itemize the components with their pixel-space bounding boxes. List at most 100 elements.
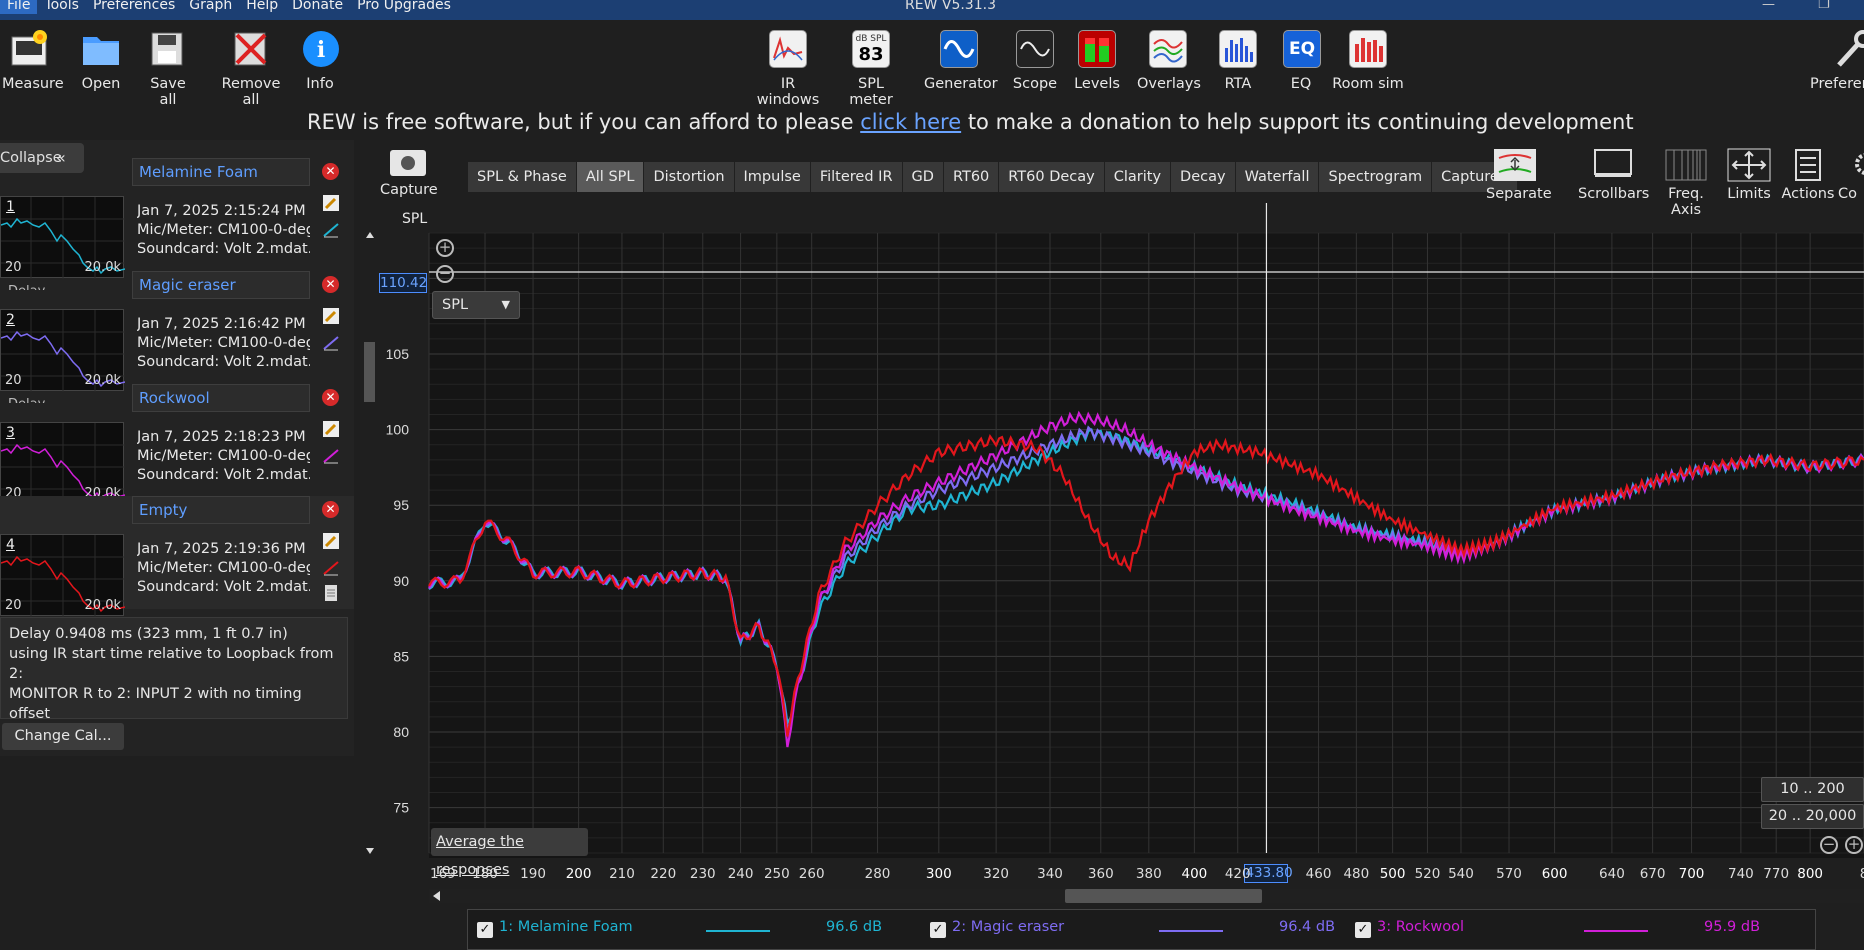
document-icon[interactable] [322,584,340,602]
info-button[interactable]: i Info [300,28,340,92]
remove-measurement-icon[interactable]: ✕ [322,276,339,293]
trace-color-icon[interactable] [322,558,340,576]
measurement-name-field[interactable]: Rockwool [132,384,310,412]
tab-decay[interactable]: Decay [1171,162,1236,192]
limits-button[interactable]: Limits [1725,148,1773,202]
list-scroll-thumb[interactable] [364,342,375,402]
measurement-thumbnail[interactable]: 1 20 20.0k [0,196,126,279]
generator-icon [938,28,980,70]
scroll-left-icon[interactable] [433,891,440,901]
menu-pro-upgrades[interactable]: Pro Upgrades [350,0,458,14]
zoom-preset-10-200[interactable]: 10 .. 200 [1761,777,1864,802]
average-responses-button[interactable]: Average the responses [431,828,588,878]
trace-color-icon[interactable] [322,446,340,464]
measurement-item[interactable]: 32020.0kDelay 0.9408RockwoolJan 7, 2025 … [0,384,354,516]
edit-notes-icon[interactable] [322,194,340,212]
minimize-icon[interactable]: — [1762,0,1775,11]
menu-help[interactable]: Help [239,0,285,14]
maximize-icon[interactable]: ❐ [1818,0,1830,11]
trace-color-icon[interactable] [322,333,340,351]
capture-button[interactable]: Capture [380,150,438,198]
tab-clarity[interactable]: Clarity [1104,162,1172,192]
measurement-name-field[interactable]: Melamine Foam [132,158,310,186]
tab-rt60[interactable]: RT60 [943,162,1000,192]
remove-all-button[interactable]: Remove all [212,28,290,108]
menu-tools[interactable]: Tools [37,0,86,14]
scrollbars-label: Scrollbars [1578,186,1650,202]
measurement-item[interactable]: 22020.0kDelay 0.9408Magic eraserJan 7, 2… [0,271,354,403]
tab-spectrogram[interactable]: Spectrogram [1319,162,1433,192]
scope-button[interactable]: Scope [1009,28,1061,92]
zoom-in-icon[interactable]: + [436,239,454,257]
remove-measurement-icon[interactable]: ✕ [322,163,339,180]
spl-graph[interactable]: 75 80 85 90 95 100 105 + − 110.42 SPL ▼ Averag… [379,203,1864,878]
measure-button[interactable]: Measure [2,28,64,92]
tab-distortion[interactable]: Distortion [644,162,735,192]
open-button[interactable]: Open [78,28,124,92]
x-tick-label: 340 [1037,866,1063,882]
preferences-button[interactable]: Preferen [1810,28,1864,92]
zoom-preset-20-20000[interactable]: 20 .. 20,000 [1761,804,1864,829]
overlays-button[interactable]: Overlays [1137,28,1201,92]
measurement-name-field[interactable]: Empty [132,496,310,524]
graph-quantity-select[interactable]: SPL ▼ [432,291,520,319]
legend-checkbox[interactable]: ✓ [1355,922,1371,938]
scroll-down-icon[interactable] [366,848,374,854]
x-tick-label: 740 [1727,866,1754,882]
actions-button[interactable]: Actions [1781,148,1835,202]
measurement-thumbnail[interactable]: 3 20 20.0k [0,422,126,505]
levels-button[interactable]: Levels [1074,28,1120,92]
zoom-in-x-icon[interactable]: + [1845,836,1863,854]
save-all-button[interactable]: Save all [140,28,196,108]
tab-filtered-ir[interactable]: Filtered IR [810,162,903,192]
edit-notes-icon[interactable] [322,532,340,550]
x-tick-label: 169 [430,866,456,882]
eq-button[interactable]: EQ EQ [1281,28,1321,92]
scroll-up-icon[interactable] [366,232,374,238]
scrollbars-button[interactable]: Scrollbars [1578,148,1650,202]
tab-waterfall[interactable]: Waterfall [1235,162,1320,192]
ir-windows-button[interactable]: IR windows [748,28,828,108]
measurement-item[interactable]: 12020.0kDelay 0.9408Melamine FoamJan 7, … [0,158,354,290]
edit-notes-icon[interactable] [322,307,340,325]
graph-type-label: SPL [402,211,428,227]
change-cal-button[interactable]: Change Cal... [2,723,124,750]
donate-link[interactable]: click here [860,110,961,134]
folder-icon [80,28,122,70]
tab-all-spl[interactable]: All SPL [576,162,645,192]
edit-notes-icon[interactable] [322,420,340,438]
remove-measurement-icon[interactable]: ✕ [322,501,339,518]
graph-scroll-thumb[interactable] [1065,889,1262,903]
legend-checkbox[interactable]: ✓ [477,922,493,938]
menu-graph[interactable]: Graph [182,0,239,14]
info-icon: i [300,28,342,70]
zoom-out-icon[interactable]: − [436,265,454,283]
y-tick-label: 75 [393,800,409,816]
tab-impulse[interactable]: Impulse [734,162,811,192]
spl-meter-button[interactable]: dB SPL 83 SPL meter [836,28,906,108]
controls-button[interactable]: Co [1838,148,1864,202]
tab-spl-phase[interactable]: SPL & Phase [468,162,577,192]
legend-line-swatch [1159,930,1223,932]
measurement-item[interactable]: 4 20 20.0k Empty Jan 7, 2025 2:19:36 PM Mic/M… [0,496,354,617]
delay-info-line: Delay 0.9408 ms (323 mm, 1 ft 0.7 in) [9,626,288,642]
menu-preferences[interactable]: Preferences [86,0,182,14]
thumbnail-right-label: 20.0k [84,598,121,613]
room-sim-button[interactable]: Room sim [1332,28,1404,92]
tab-gd[interactable]: GD [902,162,944,192]
tab-rt60-decay[interactable]: RT60 Decay [999,162,1105,192]
freq-axis-button[interactable]: Freq. Axis [1654,148,1718,218]
zoom-out-x-icon[interactable]: − [1820,836,1838,854]
rta-button[interactable]: RTA [1216,28,1260,92]
measurement-name-field[interactable]: Magic eraser [132,271,310,299]
remove-measurement-icon[interactable]: ✕ [322,389,339,406]
menu-donate[interactable]: Donate [285,0,350,14]
measurement-thumbnail[interactable]: 2 20 20.0k [0,309,126,392]
trace-color-icon[interactable] [322,220,340,238]
list-scrollbar[interactable] [362,230,378,860]
legend-checkbox[interactable]: ✓ [930,922,946,938]
measurement-thumbnail[interactable]: 4 20 20.0k [0,534,126,617]
separate-button[interactable]: Separate [1486,148,1552,202]
generator-button[interactable]: Generator [924,28,998,92]
menu-file[interactable]: File [0,0,38,14]
